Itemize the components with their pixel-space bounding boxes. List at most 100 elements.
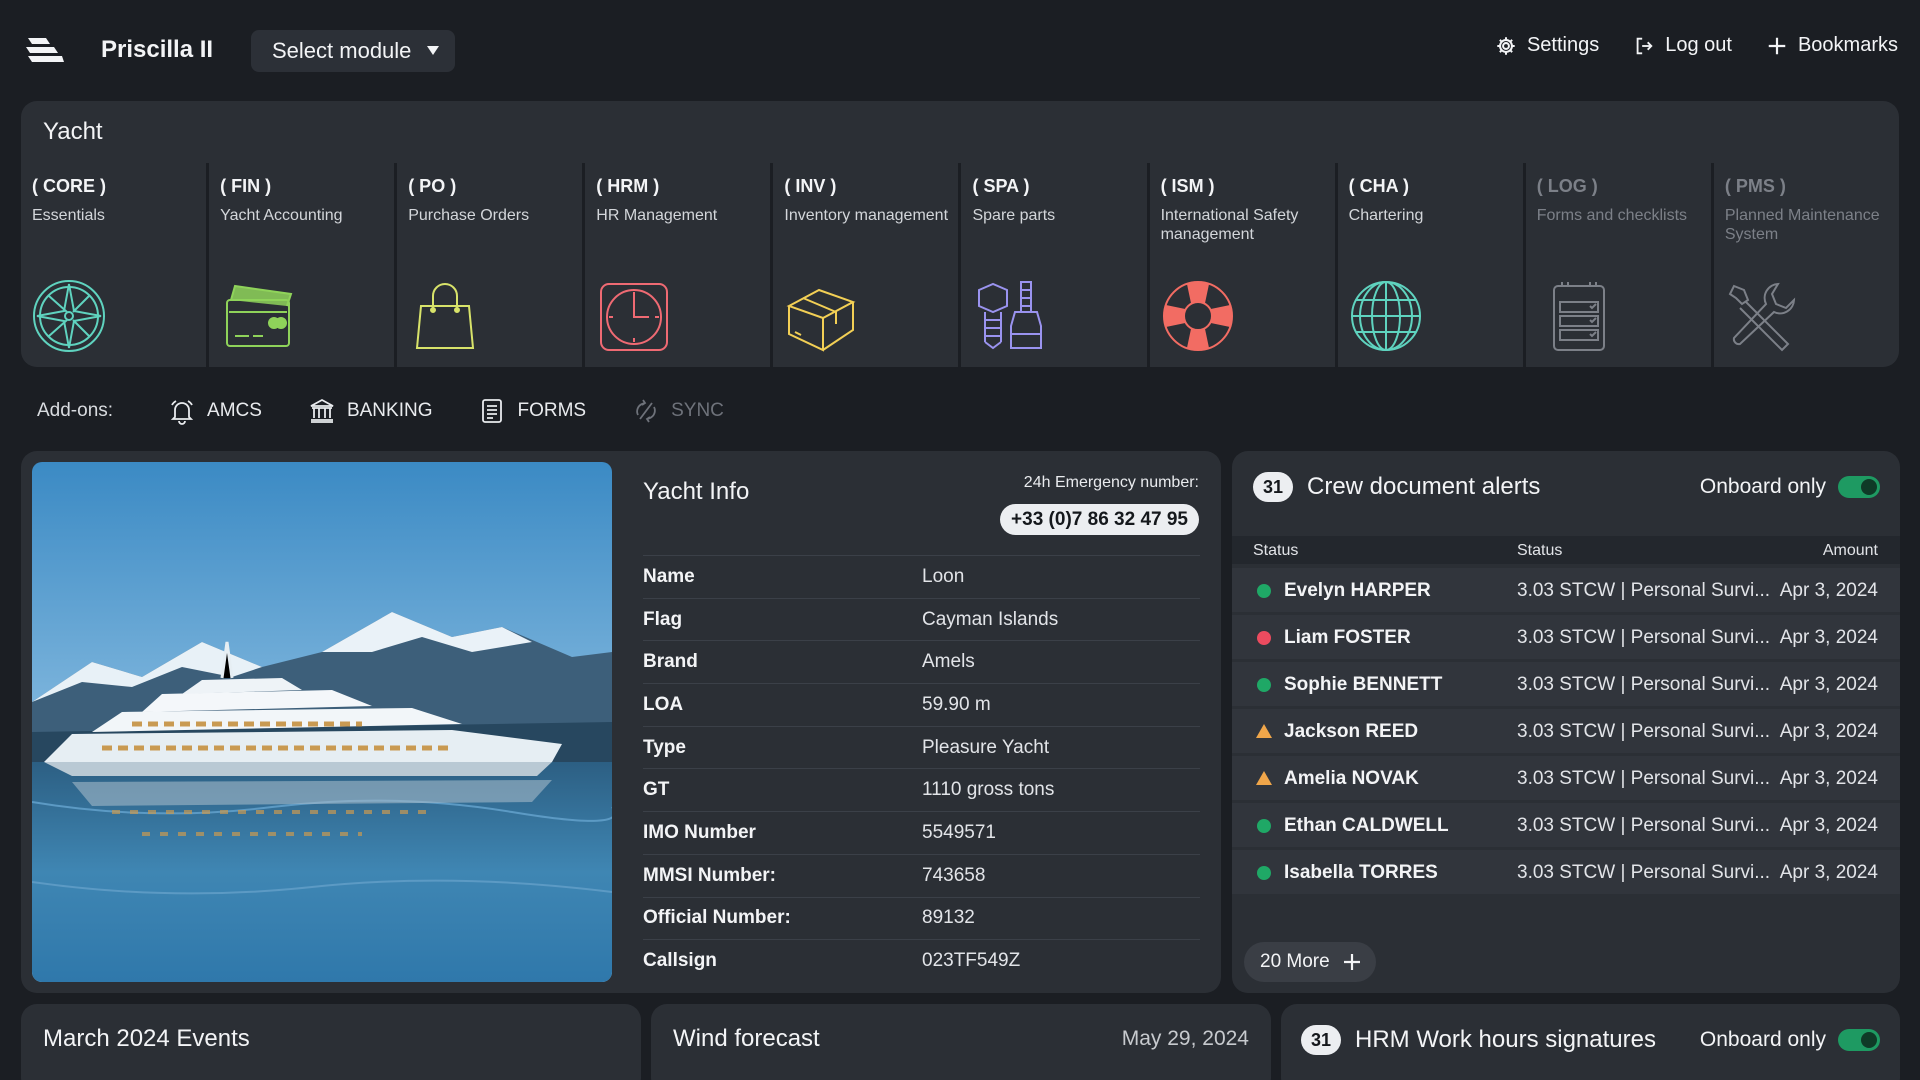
- onboard-only-toggle[interactable]: [1838, 1029, 1880, 1051]
- module-cha[interactable]: ( CHA ) Chartering: [1337, 163, 1523, 367]
- logo-icon[interactable]: [24, 34, 66, 66]
- module-desc: Chartering: [1348, 207, 1424, 224]
- table-row[interactable]: Evelyn HARPER 3.03 STCW | Personal Survi…: [1232, 568, 1900, 612]
- globe-icon: [1350, 281, 1421, 351]
- hrm-count-badge: 31: [1301, 1025, 1341, 1055]
- onboard-only-label: Onboard only: [1699, 475, 1826, 498]
- logout-button[interactable]: Log out: [1633, 34, 1732, 57]
- crew-alerts-header: 31 Crew document alerts: [1253, 472, 1540, 502]
- info-key: Name: [643, 565, 695, 587]
- alert-count-badge: 31: [1253, 472, 1293, 502]
- expiry-date: Apr 3, 2024: [1779, 580, 1878, 601]
- alert-rows: Evelyn HARPER 3.03 STCW | Personal Survi…: [1232, 568, 1900, 897]
- module-core[interactable]: ( CORE ) Essentials: [21, 163, 207, 367]
- info-row-official-number: Official Number: 89132: [643, 896, 1200, 940]
- info-row-flag: Flag Cayman Islands: [643, 597, 1200, 641]
- onboard-only-filter: Onboard only: [1700, 475, 1880, 499]
- module-pms[interactable]: ( PMS ) Planned Maintenance System: [1713, 163, 1899, 367]
- lifebuoy-icon: [1162, 281, 1233, 351]
- info-value: 59.90 m: [922, 693, 991, 715]
- onboard-only-toggle[interactable]: [1838, 476, 1880, 498]
- addon-amcs[interactable]: AMCS: [168, 397, 262, 425]
- info-row-imo: IMO Number 5549571: [643, 811, 1200, 854]
- wind-forecast-title: Wind forecast: [673, 1025, 820, 1052]
- info-key: Brand: [643, 651, 698, 673]
- document-name: 3.03 STCW | Personal Survi...: [1517, 721, 1771, 742]
- addon-label: BANKING: [346, 400, 433, 421]
- info-row-loa: LOA 59.90 m: [643, 683, 1200, 726]
- expiry-date: Apr 3, 2024: [1779, 768, 1878, 789]
- module-code: ( SPA ): [972, 176, 1030, 196]
- plus-icon: [1768, 37, 1786, 54]
- addons-bar: Add-ons: AMCS BANKING FORMS SYNC: [37, 396, 770, 426]
- module-code: ( LOG ): [1536, 176, 1598, 196]
- expiry-date: Apr 3, 2024: [1779, 674, 1878, 695]
- crew-alerts-title: Crew document alerts: [1307, 473, 1541, 500]
- module-desc: Purchase Orders: [408, 207, 530, 224]
- document-name: 3.03 STCW | Personal Survi...: [1517, 768, 1771, 789]
- info-key: LOA: [643, 693, 684, 715]
- toggle-knob: [1861, 479, 1877, 495]
- hrm-onboard-filter: Onboard only: [1700, 1028, 1880, 1052]
- table-row[interactable]: Sophie BENNETT 3.03 STCW | Personal Surv…: [1232, 662, 1900, 706]
- table-row[interactable]: Ethan CALDWELL 3.03 STCW | Personal Surv…: [1232, 803, 1900, 847]
- info-value: 743658: [922, 864, 986, 886]
- hrm-signatures-panel: 31 HRM Work hours signatures Onboard onl…: [1281, 1004, 1900, 1080]
- info-row-name: Name Loon: [643, 555, 1200, 598]
- clock-icon: [600, 283, 669, 351]
- show-more-button[interactable]: 20 More: [1244, 942, 1376, 982]
- table-row[interactable]: Amelia NOVAK 3.03 STCW | Personal Survi.…: [1232, 756, 1900, 800]
- module-desc: International Safety management: [1160, 207, 1299, 243]
- settings-button[interactable]: Settings: [1495, 34, 1599, 57]
- module-code: ( INV ): [784, 176, 837, 196]
- wrench-screwdriver-icon: [1728, 282, 1795, 352]
- module-po[interactable]: ( PO ) Purchase Orders: [397, 163, 583, 367]
- expiry-date: Apr 3, 2024: [1779, 721, 1878, 742]
- addon-label: FORMS: [517, 400, 587, 421]
- info-value: 89132: [922, 907, 975, 929]
- module-select-label: Select module: [272, 38, 412, 63]
- column-header-status[interactable]: Status: [1253, 542, 1298, 560]
- module-fin[interactable]: ( FIN ) Yacht Accounting: [209, 163, 395, 367]
- addon-forms[interactable]: FORMS: [478, 397, 586, 425]
- settings-label: Settings: [1526, 34, 1600, 56]
- addon-banking[interactable]: BANKING: [308, 397, 433, 425]
- info-value: 023TF549Z: [922, 950, 1021, 972]
- addon-label: AMCS: [207, 400, 262, 421]
- info-key: Flag: [643, 608, 683, 630]
- plus-icon: [1343, 954, 1360, 970]
- module-inv[interactable]: ( INV ) Inventory management: [773, 163, 959, 367]
- document-name: 3.03 STCW | Personal Survi...: [1517, 862, 1771, 883]
- crew-name: Isabella TORRES: [1284, 862, 1438, 883]
- info-value: 5549571: [922, 821, 996, 843]
- wallet-card-icon: [226, 284, 293, 347]
- logout-label: Log out: [1665, 34, 1732, 56]
- addon-sync[interactable]: SYNC: [632, 397, 724, 425]
- emergency-number[interactable]: +33 (0)7 86 32 47 95: [1000, 504, 1199, 535]
- table-row[interactable]: Jackson REED 3.03 STCW | Personal Survi.…: [1232, 709, 1900, 753]
- table-row[interactable]: Isabella TORRES 3.03 STCW | Personal Sur…: [1232, 850, 1900, 894]
- bookmarks-button[interactable]: Bookmarks: [1766, 34, 1898, 57]
- status-ok-icon: [1257, 678, 1271, 692]
- info-key: Callsign: [643, 950, 717, 972]
- module-desc: HR Management: [596, 207, 718, 224]
- table-row[interactable]: Liam FOSTER 3.03 STCW | Personal Survi..…: [1232, 615, 1900, 659]
- module-hrm[interactable]: ( HRM ) HR Management: [585, 163, 771, 367]
- logout-icon: [1636, 37, 1653, 54]
- crew-alerts-panel: 31 Crew document alerts Onboard only Sta…: [1232, 451, 1900, 993]
- bell-icon: [170, 400, 194, 425]
- box-icon: [786, 288, 856, 352]
- column-header-document[interactable]: Status: [1517, 542, 1562, 560]
- module-ism[interactable]: ( ISM ) International Safety management: [1149, 163, 1335, 367]
- info-key: Official Number:: [643, 907, 791, 929]
- column-header-amount[interactable]: Amount: [1823, 542, 1878, 560]
- module-log[interactable]: ( LOG ) Forms and checklists: [1525, 163, 1711, 367]
- module-select-dropdown[interactable]: Select module: [251, 30, 455, 72]
- hrm-header: 31 HRM Work hours signatures: [1301, 1025, 1656, 1055]
- document-name: 3.03 STCW | Personal Survi...: [1517, 580, 1771, 601]
- module-spa[interactable]: ( SPA ) Spare parts: [961, 163, 1147, 367]
- expiry-date: Apr 3, 2024: [1779, 815, 1878, 836]
- compass-rose-icon: [33, 280, 105, 352]
- crew-name: Jackson REED: [1284, 721, 1419, 742]
- crew-name: Amelia NOVAK: [1284, 768, 1419, 789]
